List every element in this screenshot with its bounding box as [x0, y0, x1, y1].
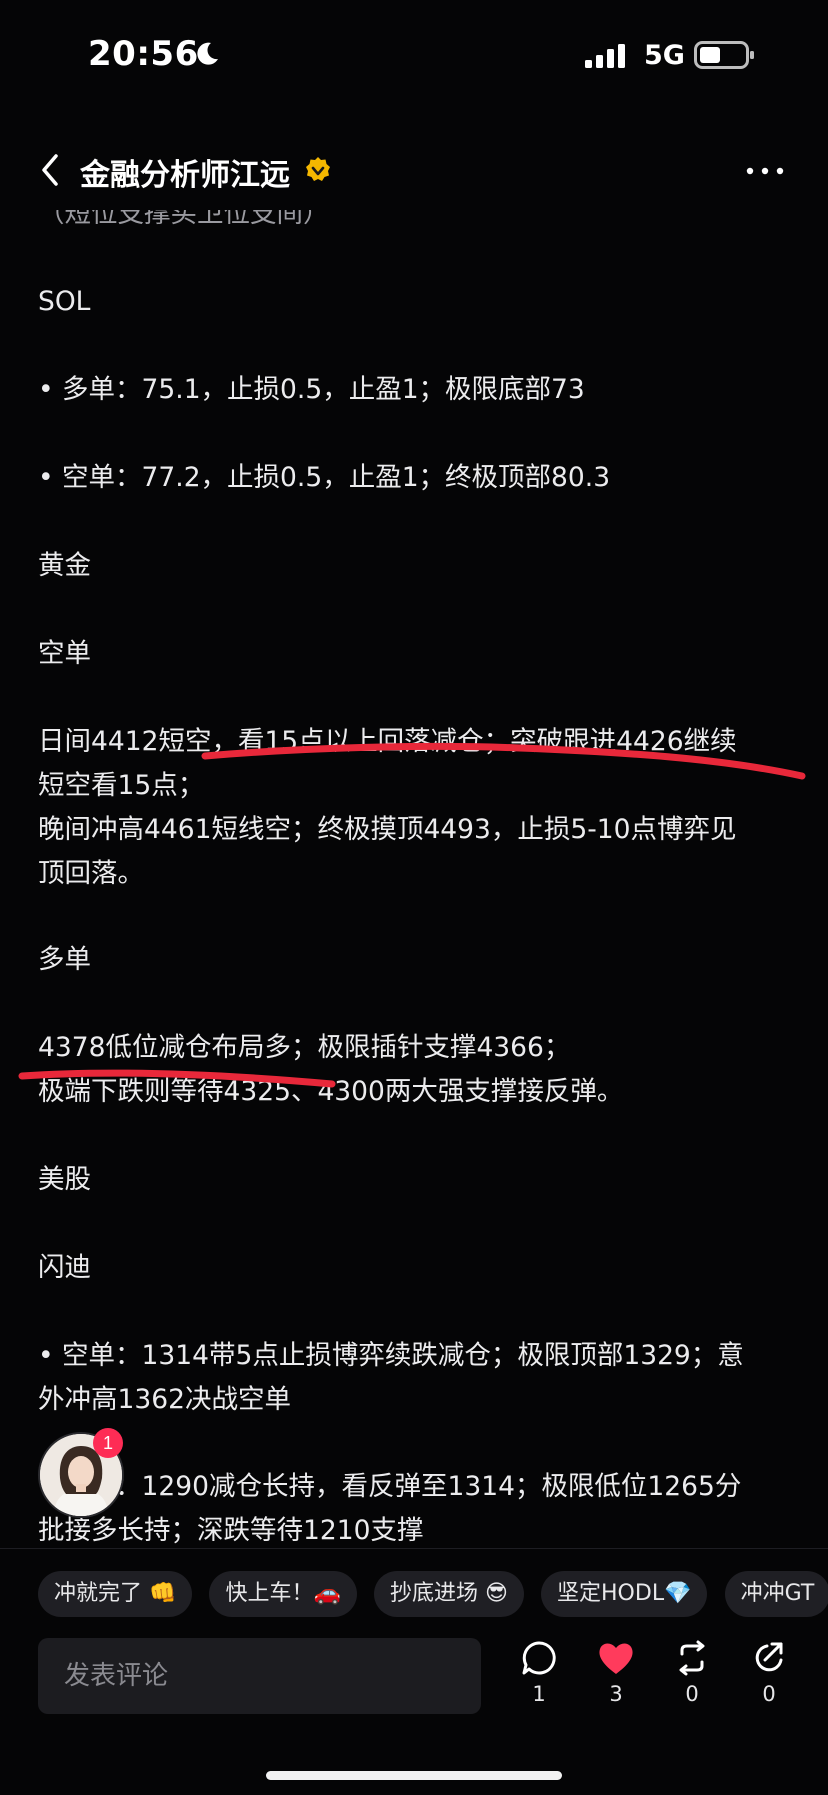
article-line: 顶回落。 [38, 858, 144, 889]
repost-icon [679, 1640, 705, 1676]
back-icon[interactable] [38, 152, 62, 188]
notification-badge: 1 [93, 1428, 123, 1458]
quick-reply-chip[interactable]: 抄底进场 😎 [373, 1571, 524, 1617]
signal-icon [585, 44, 625, 68]
page-title[interactable]: 金融分析师江远 [80, 150, 290, 194]
repost-button[interactable]: 0 [662, 1640, 722, 1706]
heart-icon [599, 1643, 633, 1674]
quick-reply-chip[interactable]: 坚定HODL💎 [541, 1571, 708, 1617]
comment-icon [522, 1641, 556, 1675]
quick-reply-chip[interactable]: 冲冲GT [724, 1571, 828, 1617]
article-line: SOL [38, 286, 91, 317]
article-line: • 空单：77.2，止损0.5，止盈1；终极顶部80.3 [38, 462, 611, 493]
divider [0, 1548, 828, 1549]
article-line: 晚间冲高4461短线空；终极摸顶4493，止损5-10点博弈见 [38, 814, 737, 845]
article-line: • 空单：1314带5点止损博弈续跌减仓；极限顶部1329；意 [38, 1340, 744, 1371]
article-line: 4378低位减仓布局多；极限插针支撑4366； [38, 1032, 571, 1063]
article-line: 外冲高1362决战空单 [38, 1384, 291, 1415]
share-icon [755, 1642, 783, 1672]
article-line: • 多单：1290减仓长持，看反弹至1314；极限低位1265分 [38, 1471, 742, 1502]
network-label: 5G [644, 40, 685, 71]
quick-replies: 冲就完了 👊 快上车！🚗 抄底进场 😎 坚定HODL💎 冲冲GT [38, 1571, 828, 1619]
quick-reply-chip[interactable]: 冲就完了 👊 [38, 1571, 193, 1617]
status-bar: 20:56 5G [0, 0, 828, 110]
article-line: 闪迪 [38, 1252, 91, 1283]
like-count: 3 [609, 1682, 623, 1706]
article-line: 短空看15点； [38, 770, 205, 801]
comment-count: 1 [532, 1682, 546, 1706]
battery-icon [694, 41, 754, 69]
article-line: • 多单：75.1，止损0.5，止盈1；极限底部73 [38, 374, 585, 405]
status-time: 20:56 [88, 34, 199, 74]
comment-input[interactable]: 发表评论 [38, 1638, 481, 1714]
quick-reply-chip[interactable]: 快上车！🚗 [209, 1571, 357, 1617]
share-count: 0 [762, 1682, 776, 1706]
article-line: 空单 [38, 638, 91, 669]
article-line: 黄金 [38, 550, 91, 581]
article-line: 日间4412短空，看15点以上回落减仓；突破跟进4426继续 [38, 726, 737, 757]
more-icon[interactable] [745, 166, 785, 176]
article-line: 极端下跌则等待4325、4300两大强支撑接反弹。 [38, 1076, 624, 1107]
like-button[interactable]: 3 [586, 1640, 646, 1706]
article-line: 批接多长持；深跌等待1210支撑 [38, 1515, 424, 1546]
moon-icon [197, 42, 218, 65]
article-body: （短位支撑买卫位支间） SOL • 多单：75.1，止损0.5，止盈1；极限底部… [0, 210, 828, 1550]
comment-button[interactable]: 1 [509, 1640, 569, 1706]
nav-bar: 金融分析师江远 [0, 130, 828, 210]
repost-count: 0 [685, 1682, 699, 1706]
share-button[interactable]: 0 [739, 1640, 799, 1706]
home-indicator[interactable] [266, 1771, 562, 1780]
article-line-clipped: （短位支撑买卫位支间） [38, 210, 330, 229]
verified-icon [306, 157, 330, 181]
article-line: 多单 [38, 944, 91, 975]
article-line: 美股 [38, 1164, 91, 1195]
